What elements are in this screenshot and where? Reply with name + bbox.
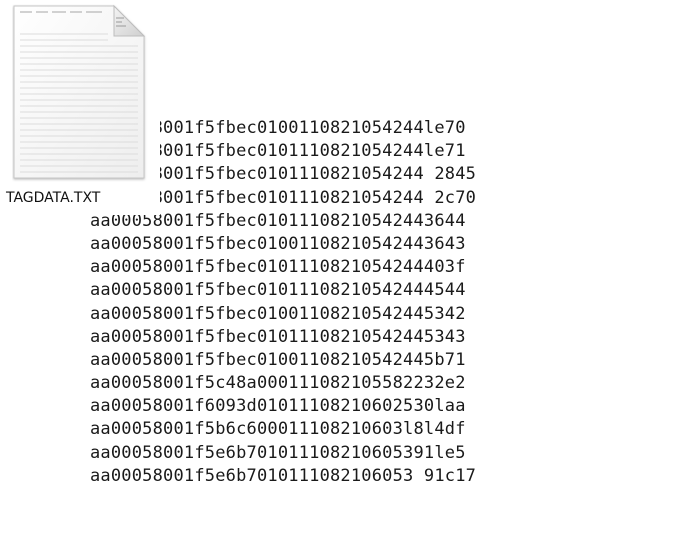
text-line: aa00058001f6093d01011108210602530laa xyxy=(90,396,466,417)
text-line: aa00058001f5fbec01001108210542445b71 xyxy=(90,349,466,370)
text-file-icon xyxy=(13,4,146,179)
text-line: aa00058001f5fbec01011108210542445343 xyxy=(90,326,466,347)
text-line: aa00058001f5fbec01001108210542443643 xyxy=(90,233,466,254)
text-line: aa00058001f5e6b7010111082106053 91c17 xyxy=(90,465,477,486)
text-line: aa00058001f5b6c600011108210603l8l4df xyxy=(90,419,466,440)
text-line: aa00058001f5fbec01001108210542445342 xyxy=(90,303,466,324)
desktop-file-item[interactable]: TAGDATA.TXT xyxy=(0,0,160,215)
text-line: aa00058001f5c48a000111082105582232e2 xyxy=(90,373,466,394)
text-line: aa00058001f5fbec0101110821054244403f xyxy=(90,257,466,278)
text-line: aa00058001f5fbec01011108210542444544 xyxy=(90,280,466,301)
file-name-label: TAGDATA.TXT xyxy=(6,190,101,206)
text-line: aa00058001f5e6b701011108210605391le5 xyxy=(90,442,466,463)
